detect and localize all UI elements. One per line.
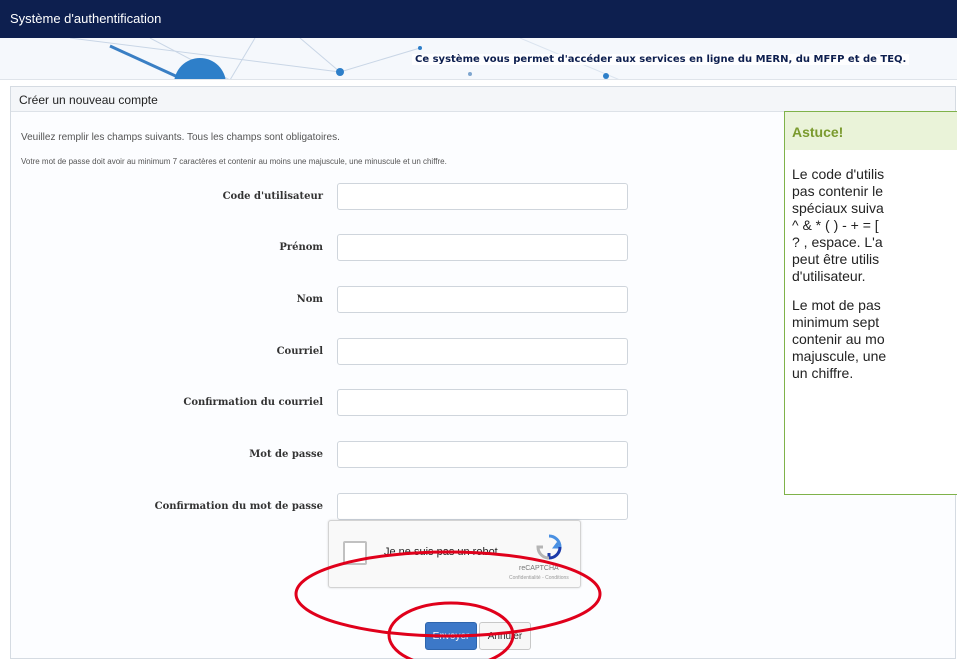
top-bar: Système d'authentification bbox=[0, 0, 957, 38]
recaptcha-terms-link[interactable]: Confidentialité - Conditions bbox=[509, 575, 569, 581]
password-confirm-label: Confirmation du mot de passe bbox=[154, 501, 323, 512]
field-row-email-confirm: Confirmation du courriel bbox=[11, 389, 631, 417]
field-row-password-confirm: Confirmation du mot de passe bbox=[11, 493, 631, 521]
field-row-username: Code d'utilisateur bbox=[11, 183, 631, 211]
tip-box: Astuce! Le code d'utilis pas contenir le… bbox=[784, 111, 957, 495]
firstname-label: Prénom bbox=[279, 242, 323, 253]
firstname-input[interactable] bbox=[337, 234, 628, 261]
tip-line: spéciaux suiva bbox=[792, 200, 884, 216]
tip-line: majuscule, une bbox=[792, 348, 887, 364]
recaptcha-widget: Je ne suis pas un robot reCAPTCHA Confid… bbox=[328, 520, 581, 588]
email-confirm-input[interactable] bbox=[337, 389, 628, 416]
tip-line: minimum sept bbox=[792, 314, 880, 330]
field-row-lastname: Nom bbox=[11, 286, 631, 314]
tip-line: contenir au mo bbox=[792, 331, 885, 347]
tip-line: peut être utilis bbox=[792, 251, 880, 267]
recaptcha-brand: reCAPTCHA bbox=[519, 565, 559, 572]
tip-title: Astuce! bbox=[785, 112, 957, 150]
recaptcha-logo-icon bbox=[536, 534, 562, 560]
send-button[interactable]: Envoyer bbox=[425, 622, 477, 650]
lastname-label: Nom bbox=[296, 294, 323, 305]
email-label: Courriel bbox=[276, 346, 323, 357]
panel-title: Créer un nouveau compte bbox=[11, 87, 955, 112]
recaptcha-checkbox[interactable] bbox=[343, 541, 367, 565]
email-confirm-label: Confirmation du courriel bbox=[183, 397, 323, 408]
field-row-email: Courriel bbox=[11, 338, 631, 366]
email-input[interactable] bbox=[337, 338, 628, 365]
tip-line: d'utilisateur. bbox=[792, 268, 866, 284]
lastname-input[interactable] bbox=[337, 286, 628, 313]
field-row-password: Mot de passe bbox=[11, 441, 631, 469]
field-row-firstname: Prénom bbox=[11, 234, 631, 262]
tip-line: Le mot de pas bbox=[792, 297, 881, 313]
cancel-button[interactable]: Annuler bbox=[479, 622, 531, 650]
password-confirm-input[interactable] bbox=[337, 493, 628, 520]
username-label: Code d'utilisateur bbox=[222, 191, 323, 202]
password-label: Mot de passe bbox=[249, 449, 323, 460]
tip-line: Le code d'utilis bbox=[792, 166, 885, 182]
header-banner: Ce système vous permet d'accéder aux ser… bbox=[0, 38, 957, 80]
password-input[interactable] bbox=[337, 441, 628, 468]
intro-text: Veuillez remplir les champs suivants. To… bbox=[21, 132, 340, 143]
tip-line: ? , espace. L'a bbox=[792, 234, 883, 250]
recaptcha-label: Je ne suis pas un robot bbox=[384, 546, 498, 558]
tip-line: un chiffre. bbox=[792, 365, 854, 381]
tip-line: ^ & * ( ) - + = [ bbox=[792, 217, 879, 233]
banner-tagline: Ce système vous permet d'accéder aux ser… bbox=[412, 54, 910, 65]
password-rules-text: Votre mot de passe doit avoir au minimum… bbox=[21, 157, 447, 166]
tip-line: pas contenir le bbox=[792, 183, 884, 199]
app-title: Système d'authentification bbox=[10, 11, 162, 26]
username-input[interactable] bbox=[337, 183, 628, 210]
